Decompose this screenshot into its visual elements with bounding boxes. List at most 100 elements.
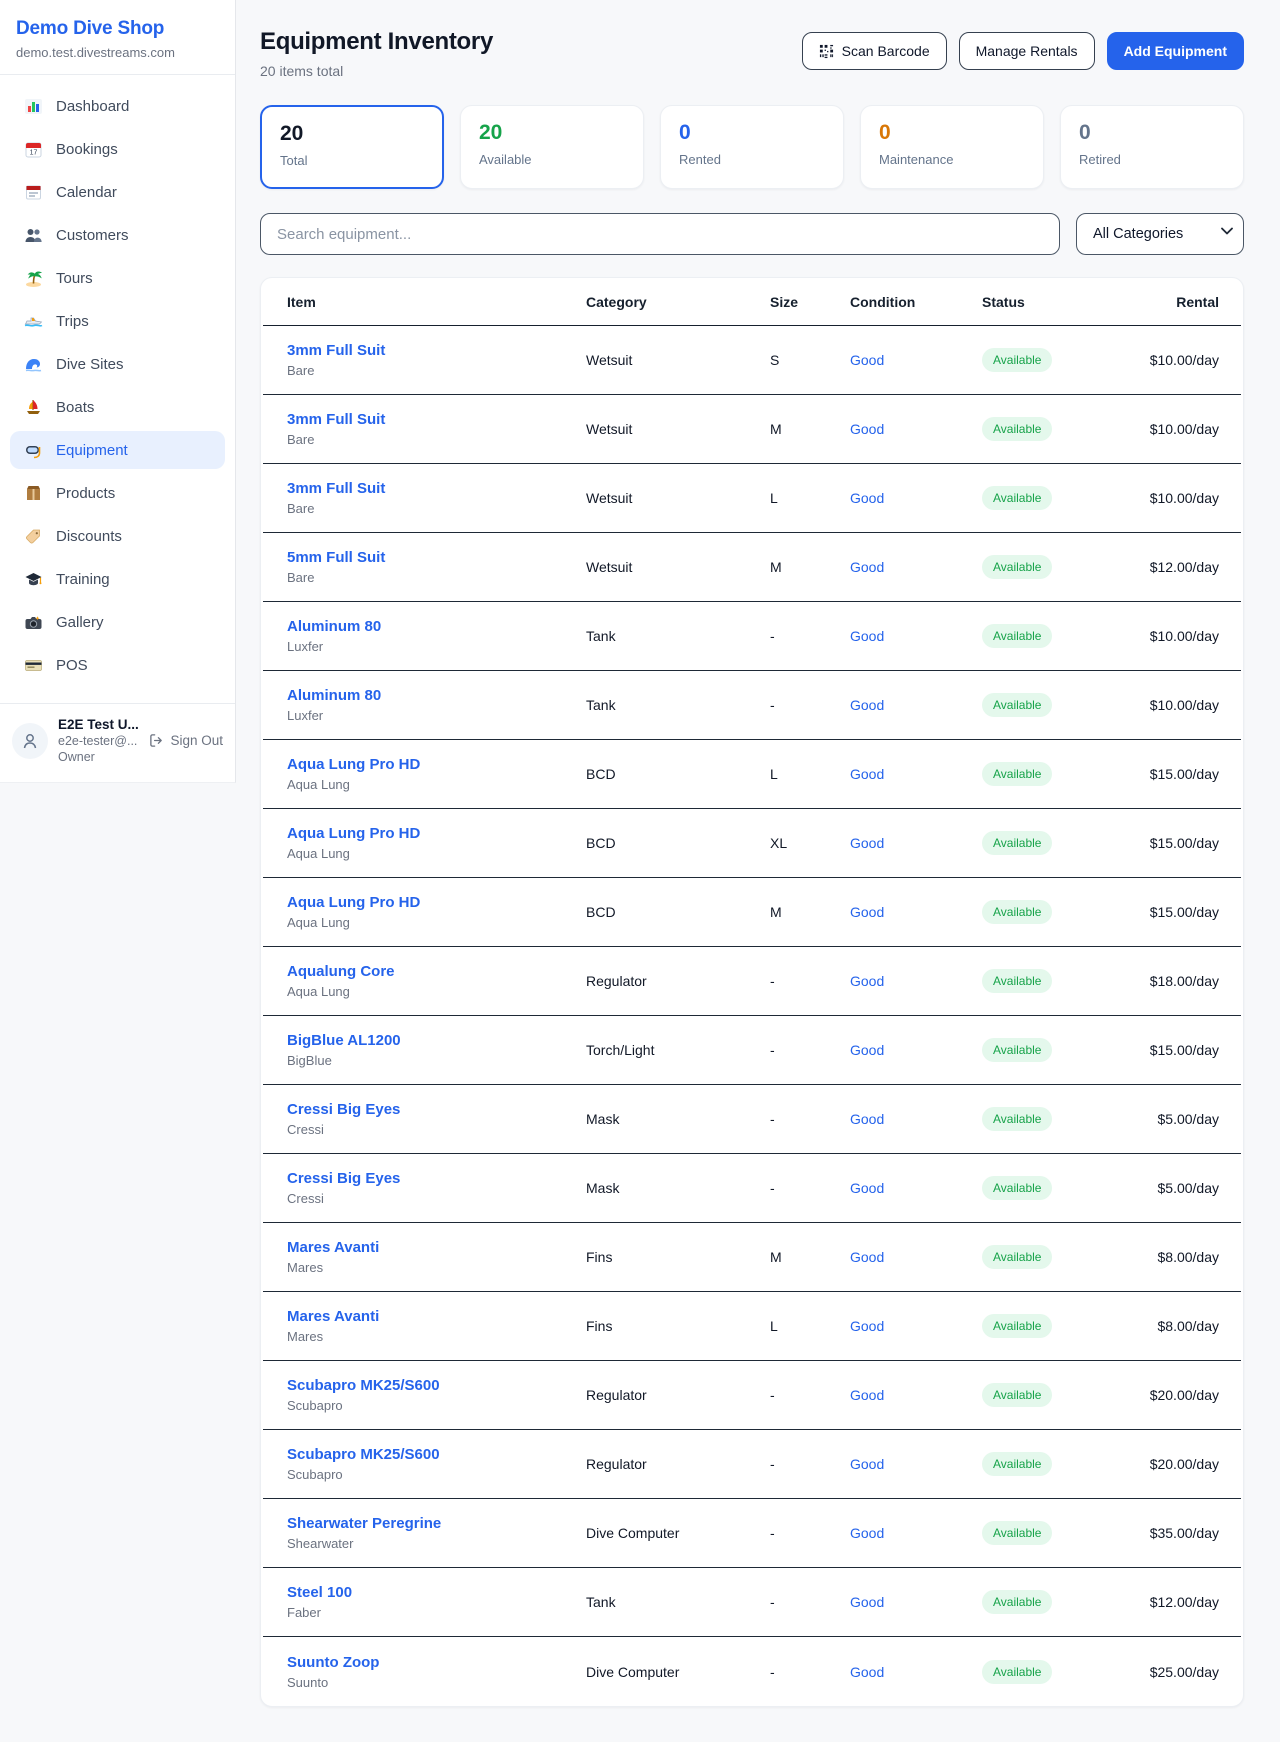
sidebar-item-label: Bookings <box>56 141 118 158</box>
sidebar-item-discounts[interactable]: Discounts <box>10 517 225 555</box>
sidebar-item-products[interactable]: Products <box>10 474 225 512</box>
item-name-link[interactable]: Aqua Lung Pro HD <box>287 825 586 842</box>
condition-link[interactable]: Good <box>850 1525 982 1541</box>
category-cell: Fins <box>586 1318 770 1334</box>
item-name-link[interactable]: Cressi Big Eyes <box>287 1170 586 1187</box>
user-name: E2E Test U... <box>58 717 139 732</box>
condition-link[interactable]: Good <box>850 1249 982 1265</box>
sidebar-item-dive-sites[interactable]: Dive Sites <box>10 345 225 383</box>
item-cell: Aqua Lung Pro HD Aqua Lung <box>287 825 586 861</box>
scan-barcode-button[interactable]: Scan Barcode <box>802 32 947 70</box>
item-name-link[interactable]: Aluminum 80 <box>287 687 586 704</box>
item-name-link[interactable]: 3mm Full Suit <box>287 342 586 359</box>
sidebar-item-label: Discounts <box>56 528 122 545</box>
stat-card-available[interactable]: 20 Available <box>460 105 644 189</box>
condition-link[interactable]: Good <box>850 1387 982 1403</box>
column-header-condition: Condition <box>850 294 982 310</box>
item-name-link[interactable]: BigBlue AL1200 <box>287 1032 586 1049</box>
item-name-link[interactable]: Cressi Big Eyes <box>287 1101 586 1118</box>
item-name-link[interactable]: Aluminum 80 <box>287 618 586 635</box>
sidebar-item-calendar[interactable]: Calendar <box>10 173 225 211</box>
item-name-link[interactable]: Steel 100 <box>287 1584 586 1601</box>
condition-link[interactable]: Good <box>850 1318 982 1334</box>
status-badge: Available <box>982 555 1052 579</box>
item-name-link[interactable]: 5mm Full Suit <box>287 549 586 566</box>
item-name-link[interactable]: 3mm Full Suit <box>287 411 586 428</box>
sidebar-item-trips[interactable]: Trips <box>10 302 225 340</box>
condition-link[interactable]: Good <box>850 1664 982 1680</box>
condition-link[interactable]: Good <box>850 766 982 782</box>
status-cell: Available <box>982 1660 1142 1684</box>
add-equipment-button[interactable]: Add Equipment <box>1107 32 1244 70</box>
condition-link[interactable]: Good <box>850 1180 982 1196</box>
condition-link[interactable]: Good <box>850 490 982 506</box>
size-cell: L <box>770 766 850 782</box>
size-cell: - <box>770 1387 850 1403</box>
sidebar-item-tours[interactable]: Tours <box>10 259 225 297</box>
sidebar-item-bookings[interactable]: 17 Bookings <box>10 130 225 168</box>
sign-out-button[interactable]: Sign Out <box>149 733 223 748</box>
category-select[interactable]: All Categories <box>1076 213 1244 255</box>
item-name-link[interactable]: 3mm Full Suit <box>287 480 586 497</box>
sidebar-item-gallery[interactable]: Gallery <box>10 603 225 641</box>
item-name-link[interactable]: Mares Avanti <box>287 1308 586 1325</box>
item-name-link[interactable]: Suunto Zoop <box>287 1654 586 1671</box>
item-brand: Bare <box>287 432 586 447</box>
sidebar-item-equipment[interactable]: Equipment <box>10 431 225 469</box>
condition-link[interactable]: Good <box>850 628 982 644</box>
sidebar-item-training[interactable]: Training <box>10 560 225 598</box>
status-cell: Available <box>982 486 1142 510</box>
sidebar-item-customers[interactable]: Customers <box>10 216 225 254</box>
search-input[interactable] <box>260 213 1060 255</box>
size-cell: - <box>770 1042 850 1058</box>
item-name-link[interactable]: Scubapro MK25/S600 <box>287 1446 586 1463</box>
condition-link[interactable]: Good <box>850 421 982 437</box>
item-name-link[interactable]: Aqualung Core <box>287 963 586 980</box>
condition-link[interactable]: Good <box>850 1111 982 1127</box>
sidebar-item-dashboard[interactable]: Dashboard <box>10 87 225 125</box>
rental-cell: $10.00/day <box>1142 421 1219 437</box>
avatar <box>12 723 48 759</box>
condition-link[interactable]: Good <box>850 697 982 713</box>
sidebar-item-label: Tours <box>56 270 93 287</box>
sidebar-item-pos[interactable]: POS <box>10 646 225 684</box>
stat-card-total[interactable]: 20 Total <box>260 105 444 189</box>
item-name-link[interactable]: Shearwater Peregrine <box>287 1515 586 1532</box>
stat-card-retired[interactable]: 0 Retired <box>1060 105 1244 189</box>
item-name-link[interactable]: Aqua Lung Pro HD <box>287 894 586 911</box>
sidebar-item-label: Equipment <box>56 442 128 459</box>
item-brand: Scubapro <box>287 1398 586 1413</box>
stat-value: 0 <box>879 121 1025 145</box>
condition-link[interactable]: Good <box>850 835 982 851</box>
category-cell: Fins <box>586 1249 770 1265</box>
table-header-row: Item Category Size Condition Status Rent… <box>263 278 1241 326</box>
status-cell: Available <box>982 624 1142 648</box>
condition-link[interactable]: Good <box>850 1042 982 1058</box>
condition-link[interactable]: Good <box>850 973 982 989</box>
item-cell: Steel 100 Faber <box>287 1584 586 1620</box>
condition-link[interactable]: Good <box>850 1456 982 1472</box>
category-cell: Regulator <box>586 1456 770 1472</box>
condition-link[interactable]: Good <box>850 1594 982 1610</box>
item-name-link[interactable]: Aqua Lung Pro HD <box>287 756 586 773</box>
item-name-link[interactable]: Mares Avanti <box>287 1239 586 1256</box>
status-cell: Available <box>982 1452 1142 1476</box>
table-row: Scubapro MK25/S600 Scubapro Regulator - … <box>263 1430 1241 1499</box>
manage-rentals-button[interactable]: Manage Rentals <box>959 32 1095 70</box>
sidebar-item-boats[interactable]: Boats <box>10 388 225 426</box>
item-brand: Suunto <box>287 1675 586 1690</box>
add-equipment-label: Add Equipment <box>1124 43 1227 59</box>
condition-link[interactable]: Good <box>850 352 982 368</box>
rental-cell: $18.00/day <box>1142 973 1219 989</box>
status-badge: Available <box>982 1521 1052 1545</box>
size-cell: - <box>770 1456 850 1472</box>
status-badge: Available <box>982 1590 1052 1614</box>
condition-link[interactable]: Good <box>850 904 982 920</box>
condition-link[interactable]: Good <box>850 559 982 575</box>
stat-card-rented[interactable]: 0 Rented <box>660 105 844 189</box>
status-cell: Available <box>982 1383 1142 1407</box>
stat-card-maintenance[interactable]: 0 Maintenance <box>860 105 1044 189</box>
rental-cell: $10.00/day <box>1142 628 1219 644</box>
item-name-link[interactable]: Scubapro MK25/S600 <box>287 1377 586 1394</box>
stat-value: 20 <box>479 121 625 145</box>
